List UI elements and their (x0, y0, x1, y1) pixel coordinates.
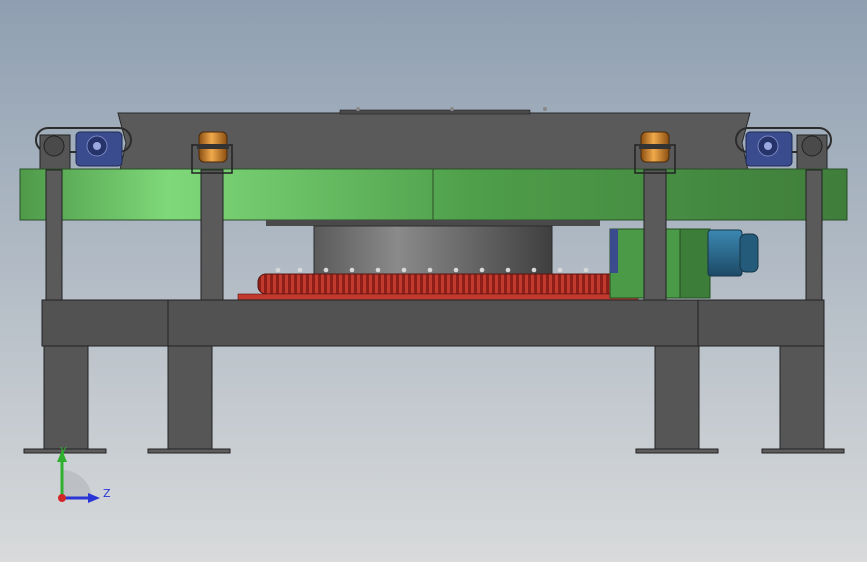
roller-icon (639, 131, 671, 163)
base-frame (41, 299, 825, 347)
cad-viewport[interactable]: Y Z (0, 0, 867, 562)
bearing-block-icon (745, 131, 793, 167)
roller-icon (197, 131, 229, 163)
assembly-drawing: Y Z (0, 0, 867, 562)
green-platform (19, 168, 848, 226)
triad-y-label: Y (59, 445, 67, 458)
triad-z-label: Z (103, 487, 111, 500)
bearing-block-icon (75, 131, 123, 167)
central-drum (313, 225, 553, 279)
